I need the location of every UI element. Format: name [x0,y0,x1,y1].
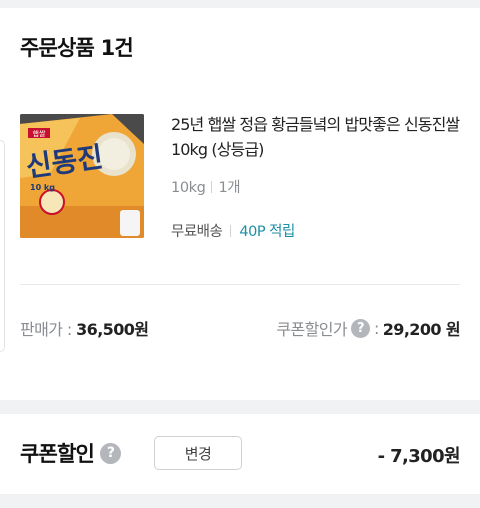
product-option: 10kg [171,180,206,196]
coupon-discount-card: 쿠폰할인 ? 변경 - 7,300원 [0,414,480,494]
coupon-discount-amount: - 7,300원 [377,446,461,467]
product-thumbnail[interactable]: 햅쌀 신동진 10 kg [20,114,144,238]
help-question-icon[interactable]: ? [350,318,370,338]
shipping-divider [230,225,232,237]
coupon-price-colon: : [373,318,379,338]
shipping-row: 무료배송 40P 적립 [171,220,295,241]
product-title[interactable]: 25년 햅쌀 정읍 황금들녘의 밥맛좋은 신동진쌀 10kg (상등급) [171,112,463,162]
top-strip [0,0,480,8]
sale-price-value: 36,500원 [76,320,149,339]
change-coupon-button[interactable]: 변경 [154,436,242,470]
product-option-row: 10kg 1개 [171,176,241,197]
bag-brand-text: 햅쌀 [33,129,46,138]
rice-bag-image: 햅쌀 신동진 10 kg [20,114,144,238]
coupon-price-value: 29,200 원 [382,320,461,339]
points-earned: 40P 적립 [239,224,295,240]
coupon-price: 쿠폰할인가 ? : 29,200 원 [276,316,461,340]
coupon-price-label: 쿠폰할인가 [276,320,347,339]
shipping-info: 무료배송 [171,224,223,240]
coupon-discount-heading: 쿠폰할인 ? [20,438,122,468]
order-items-card: 주문상품 1건 햅쌀 신동진 10 kg 25년 햅쌀 정읍 황금들녘의 밥맛좋… [0,8,480,400]
previous-card-edge [0,140,5,352]
coupon-help-question-icon[interactable]: ? [100,442,122,464]
order-section-title: 주문상품 1건 [20,36,134,60]
section-divider [20,284,460,285]
bag-weight-text: 10 kg [30,183,55,192]
coupon-discount-title: 쿠폰할인 [20,442,95,466]
product-quantity: 1개 [218,180,241,196]
sale-price: 판매가 : 36,500원 [20,316,149,340]
option-divider [211,181,213,193]
sale-price-label: 판매가 : [20,320,77,339]
